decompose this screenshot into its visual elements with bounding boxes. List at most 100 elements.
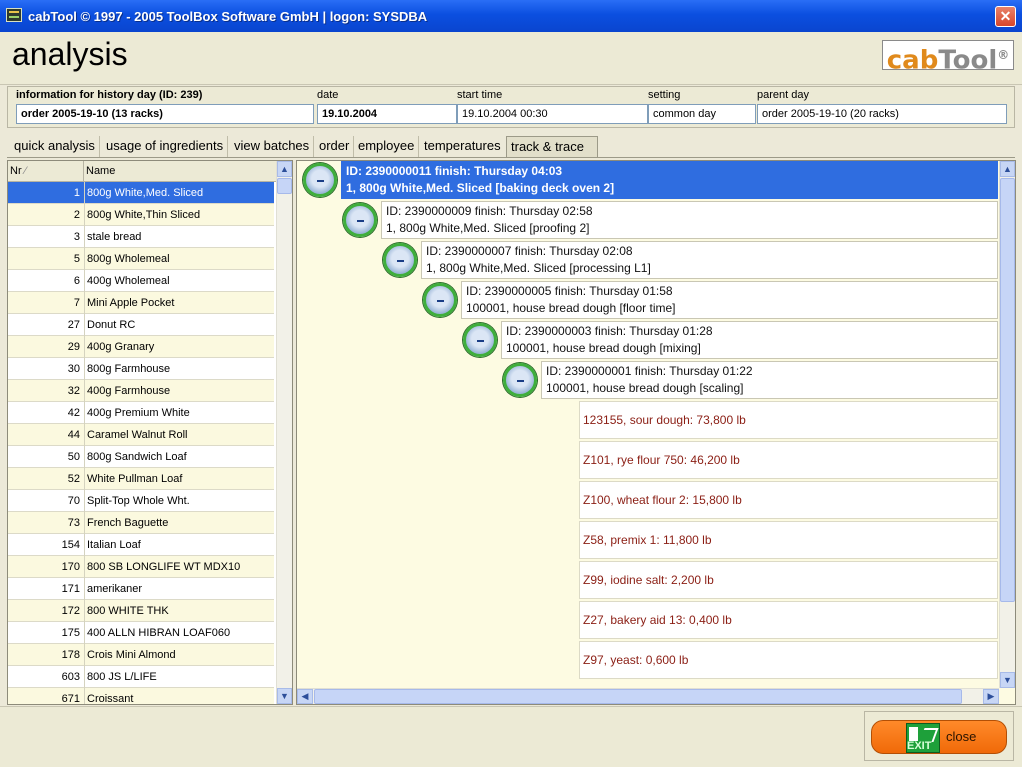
tree-node-batch[interactable]: ID: 2390000009 finish: Thursday 02:58 1, … xyxy=(381,201,998,239)
row-nr: 42 xyxy=(67,407,80,419)
table-row[interactable]: 603 800 JS L/LIFE xyxy=(8,666,274,688)
tree-node-batch[interactable]: ID: 2390000005 finish: Thursday 01:58 100… xyxy=(461,281,998,319)
table-row[interactable]: 170 800 SB LONGLIFE WT MDX10 xyxy=(8,556,274,578)
tab-usage-of-ingredients[interactable]: usage of ingredients xyxy=(102,136,229,158)
table-row[interactable]: 175 400 ALLN HIBRAN LOAF060 xyxy=(8,622,274,644)
table-row[interactable]: 172 800 WHITE THK xyxy=(8,600,274,622)
close-button-label: close xyxy=(946,729,977,744)
table-row[interactable]: 70 Split-Top Whole Wht. xyxy=(8,490,274,512)
tab-order[interactable]: order xyxy=(315,136,355,158)
tree-hscroll-thumb[interactable] xyxy=(314,689,962,704)
tab-view-batches[interactable]: view batches xyxy=(230,136,315,158)
article-list-scrollbar[interactable]: ▲ ▼ xyxy=(276,161,292,704)
tab-temperatures[interactable]: temperatures xyxy=(420,136,505,158)
tree-leaf-ingredient[interactable]: Z99, iodine salt: 2,200 lb xyxy=(579,561,998,599)
row-name: 800 JS L/LIFE xyxy=(87,671,157,683)
row-nr: 52 xyxy=(67,473,80,485)
scroll-down-icon[interactable]: ▼ xyxy=(277,688,292,704)
tree-node-batch[interactable]: ID: 2390000011 finish: Thursday 04:03 1, … xyxy=(341,161,998,199)
table-row[interactable]: 73 French Baguette xyxy=(8,512,274,534)
table-row[interactable]: 7 Mini Apple Pocket xyxy=(8,292,274,314)
tree-leaf-ingredient[interactable]: Z100, wheat flour 2: 15,800 lb xyxy=(579,481,998,519)
table-row[interactable]: 2 800g White,Thin Sliced xyxy=(8,204,274,226)
collapse-node-icon[interactable] xyxy=(503,363,537,397)
row-nr: 1 xyxy=(73,187,80,199)
page-title: analysis xyxy=(12,36,128,72)
row-nr: 50 xyxy=(67,451,80,463)
row-name: French Baguette xyxy=(87,517,169,529)
row-nr: 70 xyxy=(67,495,80,507)
table-row[interactable]: 671 Croissant xyxy=(8,688,274,704)
table-row[interactable]: 6 400g Wholemeal xyxy=(8,270,274,292)
tree-leaf-ingredient[interactable]: Z101, rye flour 750: 46,200 lb xyxy=(579,441,998,479)
collapse-node-icon[interactable] xyxy=(463,323,497,357)
scroll-up-icon[interactable]: ▲ xyxy=(277,161,292,177)
row-nr: 2 xyxy=(73,209,80,221)
window-close-icon[interactable]: ✕ xyxy=(995,6,1016,27)
track-trace-tree: ▲ ▼ ◀ ▶ ID: 2390000011 finish: Thursday … xyxy=(296,160,1016,705)
scroll-thumb[interactable] xyxy=(277,178,292,194)
row-name: 800g White,Thin Sliced xyxy=(87,209,201,221)
batch-id-finish: ID: 2390000007 finish: Thursday 02:08 xyxy=(426,244,633,258)
table-row[interactable]: 5 800g Wholemeal xyxy=(8,248,274,270)
tab-quick-analysis[interactable]: quick analysis xyxy=(10,136,100,158)
tree-leaf-ingredient[interactable]: Z58, premix 1: 11,800 lb xyxy=(579,521,998,559)
tab-divider xyxy=(7,157,1015,158)
tree-node-batch[interactable]: ID: 2390000003 finish: Thursday 01:28 100… xyxy=(501,321,998,359)
article-list-header: Nr ⁄ Name xyxy=(8,161,276,182)
row-name: Caramel Walnut Roll xyxy=(87,429,188,441)
table-row[interactable]: 52 White Pullman Loaf xyxy=(8,468,274,490)
tree-leaf-ingredient[interactable]: Z27, bakery aid 13: 0,400 lb xyxy=(579,601,998,639)
tree-node-batch[interactable]: ID: 2390000001 finish: Thursday 01:22 100… xyxy=(541,361,998,399)
row-name: Crois Mini Almond xyxy=(87,649,176,661)
table-row[interactable]: 42 400g Premium White xyxy=(8,402,274,424)
table-row[interactable]: 1 800g White,Med. Sliced xyxy=(8,182,274,204)
batch-description: 1, 800g White,Med. Sliced [baking deck o… xyxy=(346,181,615,195)
date-field: 19.10.2004 xyxy=(317,104,457,124)
tree-scroll-thumb[interactable] xyxy=(1000,178,1015,602)
table-row[interactable]: 32 400g Farmhouse xyxy=(8,380,274,402)
batch-id-finish: ID: 2390000009 finish: Thursday 02:58 xyxy=(386,204,593,218)
batch-description: 100001, house bread dough [scaling] xyxy=(546,381,744,395)
tree-scroll-up-icon[interactable]: ▲ xyxy=(1000,161,1015,177)
row-name: White Pullman Loaf xyxy=(87,473,183,485)
close-button[interactable]: EXIT close xyxy=(871,720,1007,754)
row-name: Mini Apple Pocket xyxy=(87,297,175,309)
tree-scroll-right-icon[interactable]: ▶ xyxy=(983,689,999,704)
table-row[interactable]: 27 Donut RC xyxy=(8,314,274,336)
tree-vertical-scrollbar[interactable]: ▲ ▼ xyxy=(999,161,1015,688)
collapse-node-icon[interactable] xyxy=(303,163,337,197)
table-row[interactable]: 178 Crois Mini Almond xyxy=(8,644,274,666)
parent-day-field: order 2005-19-10 (20 racks) xyxy=(757,104,1007,124)
footer-bar: EXIT close xyxy=(0,706,1022,767)
tab-track-and-trace[interactable]: track & trace xyxy=(506,136,598,158)
column-header-name[interactable]: Name xyxy=(86,161,115,181)
tree-scroll-left-icon[interactable]: ◀ xyxy=(297,689,313,704)
collapse-node-icon[interactable] xyxy=(343,203,377,237)
tree-leaf-ingredient[interactable]: Z97, yeast: 0,600 lb xyxy=(579,641,998,679)
row-name: 400 ALLN HIBRAN LOAF060 xyxy=(87,627,231,639)
table-row[interactable]: 154 Italian Loaf xyxy=(8,534,274,556)
table-row[interactable]: 30 800g Farmhouse xyxy=(8,358,274,380)
table-row[interactable]: 44 Caramel Walnut Roll xyxy=(8,424,274,446)
row-nr: 27 xyxy=(67,319,80,331)
tree-node-batch[interactable]: ID: 2390000007 finish: Thursday 02:08 1, … xyxy=(421,241,998,279)
collapse-node-icon[interactable] xyxy=(423,283,457,317)
row-nr: 154 xyxy=(61,539,80,551)
row-nr: 29 xyxy=(67,341,80,353)
row-nr: 172 xyxy=(61,605,80,617)
row-nr: 170 xyxy=(61,561,80,573)
table-row[interactable]: 171 amerikaner xyxy=(8,578,274,600)
table-row[interactable]: 29 400g Granary xyxy=(8,336,274,358)
row-nr: 44 xyxy=(67,429,80,441)
column-header-nr[interactable]: Nr ⁄ xyxy=(8,161,84,181)
start-time-field: 19.10.2004 00:30 xyxy=(457,104,648,124)
tree-scroll-down-icon[interactable]: ▼ xyxy=(1000,672,1015,688)
tree-horizontal-scrollbar[interactable]: ◀ ▶ xyxy=(297,688,999,704)
tab-employee[interactable]: employee xyxy=(354,136,420,158)
tree-leaf-ingredient[interactable]: 123155, sour dough: 73,800 lb xyxy=(579,401,998,439)
collapse-node-icon[interactable] xyxy=(383,243,417,277)
table-row[interactable]: 50 800g Sandwich Loaf xyxy=(8,446,274,468)
table-row[interactable]: 3 stale bread xyxy=(8,226,274,248)
batch-id-finish: ID: 2390000003 finish: Thursday 01:28 xyxy=(506,324,713,338)
